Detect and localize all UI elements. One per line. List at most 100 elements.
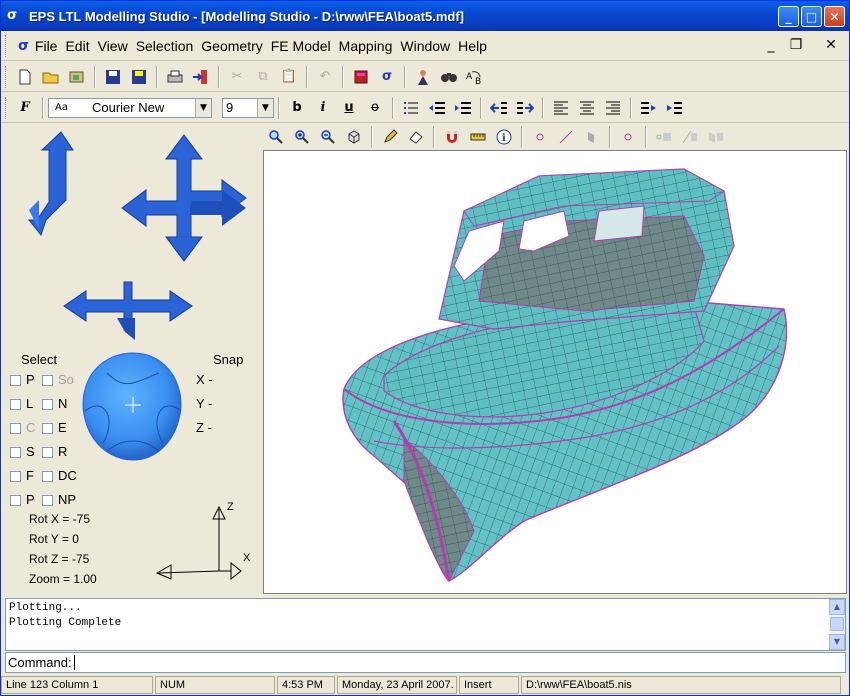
select-curve-checkbox[interactable] (10, 423, 21, 434)
font-name-select[interactable]: Aa Courier New ▼ (48, 97, 212, 118)
model-viewport[interactable] (263, 150, 847, 594)
menu-fe-model[interactable]: FE Model (267, 38, 335, 54)
open-model-icon[interactable] (65, 66, 89, 88)
toolbar-grip[interactable] (5, 96, 8, 119)
pencil-icon[interactable] (378, 126, 402, 148)
paste-icon[interactable]: 📋 (277, 66, 301, 88)
find-replace-icon[interactable]: AB (463, 66, 487, 88)
scroll-down-icon[interactable]: ▼ (829, 634, 845, 650)
zoom-in-icon[interactable] (290, 126, 314, 148)
title-bar[interactable]: σ EPS LTL Modelling Studio - [Modelling … (1, 1, 849, 31)
close-button[interactable]: ✕ (824, 6, 845, 27)
minimize-button[interactable]: _ (778, 6, 799, 27)
bullet-list-icon[interactable] (399, 97, 423, 119)
node-icon[interactable] (616, 126, 640, 148)
zoom-out-icon[interactable] (316, 126, 340, 148)
save-all-icon[interactable] (127, 66, 151, 88)
pan-arrows-icon[interactable] (118, 133, 253, 263)
copy-icon[interactable]: ⧉ (251, 66, 275, 88)
element-surface-icon[interactable] (704, 126, 728, 148)
rotate-y-arrow-icon[interactable] (21, 130, 91, 250)
select-point-checkbox[interactable] (10, 375, 21, 386)
snap-x-label[interactable]: X - (196, 372, 213, 387)
print-icon[interactable] (163, 66, 187, 88)
save-icon[interactable] (101, 66, 125, 88)
output-log[interactable]: Plotting... Plotting Complete ▲ ▼ (5, 598, 846, 651)
select-face-checkbox[interactable] (10, 471, 21, 482)
cut-icon[interactable]: ✂ (225, 66, 249, 88)
point-icon[interactable] (528, 126, 552, 148)
surface-icon[interactable] (580, 126, 604, 148)
select-line-checkbox[interactable] (10, 399, 21, 410)
menu-window[interactable]: Window (396, 38, 454, 54)
menu-grip[interactable] (5, 34, 8, 57)
command-input[interactable] (73, 655, 75, 670)
document-icon[interactable]: σ (18, 38, 29, 54)
exit-icon[interactable] (189, 66, 213, 88)
select-element-checkbox[interactable] (42, 423, 53, 434)
maximize-button[interactable]: □ (801, 6, 822, 27)
child-minimize-button[interactable]: _ (761, 37, 781, 55)
align-right-icon[interactable] (601, 97, 625, 119)
wizard-icon[interactable] (411, 66, 435, 88)
element-line-icon[interactable] (678, 126, 702, 148)
toolbar-separator (94, 65, 96, 88)
menu-geometry[interactable]: Geometry (197, 38, 266, 54)
select-solid-checkbox[interactable] (42, 375, 53, 386)
select-node-checkbox[interactable] (42, 399, 53, 410)
child-close-button[interactable]: ✕ (821, 37, 841, 55)
move-left-icon[interactable] (487, 97, 511, 119)
line-icon[interactable] (554, 126, 578, 148)
font-size-select[interactable]: 9 ▼ (222, 97, 274, 118)
align-left-icon[interactable] (549, 97, 573, 119)
select-surface-checkbox[interactable] (10, 447, 21, 458)
new-file-icon[interactable] (13, 66, 37, 88)
output-scrollbar[interactable]: ▲ ▼ (829, 599, 845, 650)
menu-mapping[interactable]: Mapping (335, 38, 397, 54)
find-icon[interactable] (437, 66, 461, 88)
tab-left-icon[interactable] (637, 97, 661, 119)
menu-edit[interactable]: Edit (61, 38, 93, 54)
boat-mesh-model[interactable] (264, 151, 846, 593)
menu-help[interactable]: Help (454, 38, 491, 54)
font-name-value: Courier New (91, 100, 165, 115)
italic-icon[interactable]: i (311, 97, 335, 119)
eraser-icon[interactable] (404, 126, 428, 148)
outdent-icon[interactable] (425, 97, 449, 119)
select-np-checkbox[interactable] (42, 495, 53, 506)
undo-icon[interactable]: ↶ (313, 66, 337, 88)
open-folder-icon[interactable] (39, 66, 63, 88)
child-restore-button[interactable]: ❐ (786, 37, 806, 55)
strikethrough-icon[interactable]: o (363, 97, 387, 119)
toolbar-grip[interactable] (5, 65, 8, 88)
tab-right-icon[interactable] (663, 97, 687, 119)
bold-icon[interactable]: b (285, 97, 309, 119)
scroll-up-icon[interactable]: ▲ (829, 599, 845, 615)
menu-selection[interactable]: Selection (132, 38, 198, 54)
font-icon[interactable]: F (13, 97, 37, 119)
indent-icon[interactable] (451, 97, 475, 119)
rotate-z-arrow-icon[interactable] (59, 278, 199, 348)
cube-view-icon[interactable] (342, 126, 366, 148)
chevron-down-icon[interactable]: ▼ (195, 98, 211, 117)
move-right-icon[interactable] (513, 97, 537, 119)
scroll-thumb[interactable] (830, 617, 844, 631)
trackball-sphere-icon[interactable] (77, 351, 189, 466)
magnet-icon[interactable] (440, 126, 464, 148)
ruler-icon[interactable] (466, 126, 490, 148)
menu-file[interactable]: File (31, 38, 62, 54)
element-point-icon[interactable] (652, 126, 676, 148)
select-r-checkbox[interactable] (42, 447, 53, 458)
menu-view[interactable]: View (94, 38, 132, 54)
zoom-icon[interactable] (264, 126, 288, 148)
align-center-icon[interactable] (575, 97, 599, 119)
select-p2-checkbox[interactable] (10, 495, 21, 506)
select-dc-checkbox[interactable] (42, 471, 53, 482)
snap-z-label[interactable]: Z - (196, 420, 212, 435)
book-icon[interactable] (349, 66, 373, 88)
underline-icon[interactable]: u (337, 97, 361, 119)
snap-y-label[interactable]: Y - (196, 396, 212, 411)
sigma-icon[interactable]: σ (375, 66, 399, 88)
info-icon[interactable]: i (492, 126, 516, 148)
chevron-down-icon[interactable]: ▼ (257, 98, 273, 117)
